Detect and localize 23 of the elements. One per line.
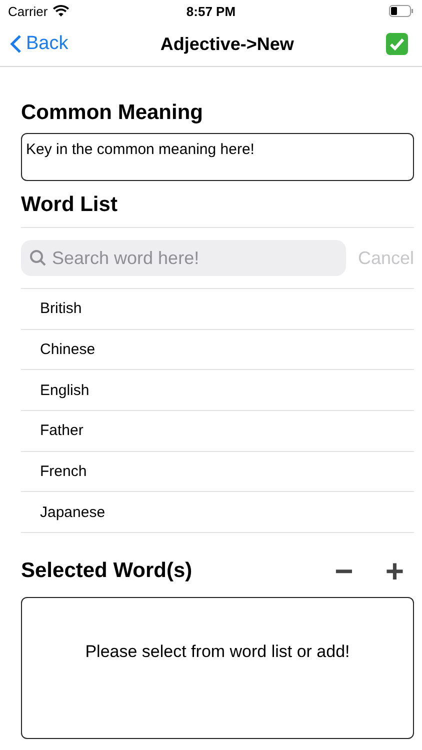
word-item[interactable]: French — [40, 463, 87, 480]
section-heading: Word List — [21, 193, 118, 218]
battery-icon — [388, 5, 414, 17]
status-time: 8:57 PM — [186, 4, 236, 18]
chevron-left-icon — [10, 34, 22, 54]
meaning-field[interactable]: Key in the common meaning here! — [21, 133, 414, 181]
search-icon — [29, 249, 47, 267]
checkmark-icon[interactable] — [386, 33, 408, 55]
section-heading: Selected Word(s) — [21, 559, 192, 583]
add-button[interactable]: + — [385, 555, 404, 587]
back-button[interactable]: Back — [10, 33, 68, 55]
wifi-icon — [52, 5, 69, 17]
section-heading: Common Meaning — [21, 101, 204, 125]
carrier-name: Carrier — [8, 4, 48, 18]
word-item[interactable]: Japanese — [40, 504, 106, 521]
search-field[interactable]: Search word here! — [21, 240, 346, 276]
word-item[interactable]: English — [40, 382, 90, 399]
remove-button[interactable]: − — [334, 555, 354, 587]
word-item[interactable]: Father — [40, 422, 84, 440]
word-item[interactable]: British — [40, 300, 82, 318]
empty-message: Please select from word list or add! — [85, 642, 350, 663]
screen-title: Adjective->New — [160, 34, 294, 54]
word-item[interactable]: Chinese — [40, 341, 96, 358]
